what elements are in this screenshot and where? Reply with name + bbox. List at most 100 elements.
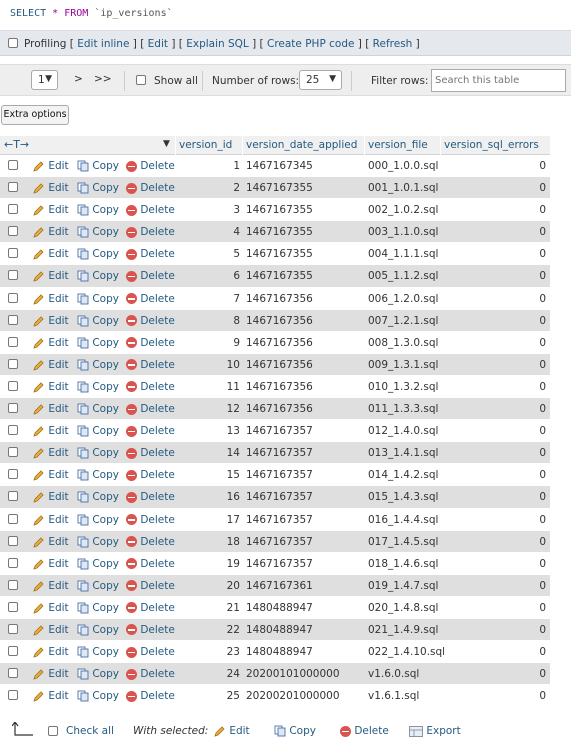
row-delete-button[interactable]: Delete: [126, 580, 175, 592]
column-header-version-id[interactable]: version_id: [179, 139, 232, 151]
cell-version-id[interactable]: 13: [190, 425, 240, 437]
cell-version-sql-errors[interactable]: 0: [496, 690, 546, 702]
column-arrange-icon[interactable]: ←T→: [4, 138, 29, 151]
row-copy-button[interactable]: Copy: [77, 337, 119, 349]
row-checkbox[interactable]: [8, 579, 18, 590]
cell-version-sql-errors[interactable]: 0: [496, 469, 546, 481]
row-checkbox[interactable]: [8, 182, 18, 193]
cell-version-date-applied[interactable]: 1467167355: [246, 270, 313, 282]
cell-version-id[interactable]: 25: [190, 690, 240, 702]
row-edit-button[interactable]: Edit: [33, 491, 69, 503]
row-delete-button[interactable]: Delete: [126, 337, 175, 349]
cell-version-id[interactable]: 4: [190, 226, 240, 238]
row-delete-button[interactable]: Delete: [126, 403, 175, 415]
cell-version-sql-errors[interactable]: 0: [496, 403, 546, 415]
cell-version-date-applied[interactable]: 1467167356: [246, 293, 313, 305]
bulk-export-button[interactable]: Export: [409, 725, 461, 737]
cell-version-date-applied[interactable]: 1467167357: [246, 425, 313, 437]
column-header-version-file[interactable]: version_file: [368, 139, 428, 151]
row-delete-button[interactable]: Delete: [126, 668, 175, 680]
row-copy-button[interactable]: Copy: [77, 646, 119, 658]
cell-version-id[interactable]: 8: [190, 315, 240, 327]
cell-version-id[interactable]: 12: [190, 403, 240, 415]
row-edit-button[interactable]: Edit: [33, 182, 69, 194]
row-checkbox[interactable]: [8, 557, 18, 568]
row-checkbox[interactable]: [8, 491, 18, 502]
cell-version-sql-errors[interactable]: 0: [496, 447, 546, 459]
cell-version-file[interactable]: 007_1.2.1.sql: [368, 315, 438, 327]
cell-version-id[interactable]: 3: [190, 204, 240, 216]
row-delete-button[interactable]: Delete: [126, 293, 175, 305]
row-delete-button[interactable]: Delete: [126, 558, 175, 570]
check-all-checkbox[interactable]: [48, 726, 58, 736]
row-edit-button[interactable]: Edit: [33, 602, 69, 614]
row-copy-button[interactable]: Copy: [77, 248, 119, 260]
cell-version-file[interactable]: 008_1.3.0.sql: [368, 337, 438, 349]
row-copy-button[interactable]: Copy: [77, 580, 119, 592]
cell-version-file[interactable]: 011_1.3.3.sql: [368, 403, 438, 415]
explain-sql-link[interactable]: Explain SQL: [186, 38, 249, 50]
cell-version-date-applied[interactable]: 1467167356: [246, 337, 313, 349]
row-copy-button[interactable]: Copy: [77, 315, 119, 327]
row-edit-button[interactable]: Edit: [33, 293, 69, 305]
row-checkbox[interactable]: [8, 646, 18, 657]
row-copy-button[interactable]: Copy: [77, 293, 119, 305]
row-edit-button[interactable]: Edit: [33, 226, 69, 238]
row-delete-button[interactable]: Delete: [126, 624, 175, 636]
row-delete-button[interactable]: Delete: [126, 447, 175, 459]
page-select[interactable]: 1 ▼: [31, 70, 58, 90]
cell-version-date-applied[interactable]: 1467167345: [246, 160, 313, 172]
cell-version-date-applied[interactable]: 1467167355: [246, 204, 313, 216]
cell-version-file[interactable]: 001_1.0.1.sql: [368, 182, 438, 194]
cell-version-sql-errors[interactable]: 0: [496, 359, 546, 371]
cell-version-id[interactable]: 2: [190, 182, 240, 194]
show-all-checkbox[interactable]: [136, 75, 146, 85]
search-input[interactable]: [431, 69, 566, 92]
sort-dropdown-icon[interactable]: ▼: [163, 139, 170, 149]
cell-version-file[interactable]: 020_1.4.8.sql: [368, 602, 438, 614]
row-delete-button[interactable]: Delete: [126, 381, 175, 393]
cell-version-sql-errors[interactable]: 0: [496, 160, 546, 172]
cell-version-file[interactable]: v1.6.0.sql: [368, 668, 419, 680]
row-delete-button[interactable]: Delete: [126, 359, 175, 371]
cell-version-file[interactable]: 021_1.4.9.sql: [368, 624, 438, 636]
row-edit-button[interactable]: Edit: [33, 359, 69, 371]
row-checkbox[interactable]: [8, 668, 18, 679]
profiling-checkbox[interactable]: [8, 38, 18, 48]
next-page-button[interactable]: >: [74, 73, 83, 85]
row-checkbox[interactable]: [8, 314, 18, 325]
cell-version-id[interactable]: 9: [190, 337, 240, 349]
row-delete-button[interactable]: Delete: [126, 226, 175, 238]
cell-version-date-applied[interactable]: 1467167355: [246, 182, 313, 194]
bulk-delete-button[interactable]: Delete: [340, 725, 389, 737]
cell-version-date-applied[interactable]: 1467167361: [246, 580, 313, 592]
row-delete-button[interactable]: Delete: [126, 425, 175, 437]
cell-version-file[interactable]: 004_1.1.1.sql: [368, 248, 438, 260]
row-checkbox[interactable]: [8, 226, 18, 237]
row-edit-button[interactable]: Edit: [33, 646, 69, 658]
cell-version-id[interactable]: 19: [190, 558, 240, 570]
row-edit-button[interactable]: Edit: [33, 204, 69, 216]
cell-version-date-applied[interactable]: 1467167356: [246, 359, 313, 371]
cell-version-sql-errors[interactable]: 0: [496, 270, 546, 282]
edit-link[interactable]: Edit: [148, 38, 168, 50]
cell-version-sql-errors[interactable]: 0: [496, 558, 546, 570]
cell-version-sql-errors[interactable]: 0: [496, 602, 546, 614]
row-copy-button[interactable]: Copy: [77, 536, 119, 548]
cell-version-date-applied[interactable]: 1467167357: [246, 514, 313, 526]
row-delete-button[interactable]: Delete: [126, 491, 175, 503]
cell-version-date-applied[interactable]: 1467167357: [246, 536, 313, 548]
cell-version-file[interactable]: 000_1.0.0.sql: [368, 160, 438, 172]
row-checkbox[interactable]: [8, 535, 18, 546]
row-checkbox[interactable]: [8, 160, 18, 170]
row-delete-button[interactable]: Delete: [126, 536, 175, 548]
cell-version-id[interactable]: 11: [190, 381, 240, 393]
row-delete-button[interactable]: Delete: [126, 469, 175, 481]
row-checkbox[interactable]: [8, 447, 18, 458]
cell-version-id[interactable]: 16: [190, 491, 240, 503]
row-delete-button[interactable]: Delete: [126, 646, 175, 658]
cell-version-sql-errors[interactable]: 0: [496, 381, 546, 393]
cell-version-date-applied[interactable]: 1467167355: [246, 248, 313, 260]
rows-select[interactable]: 25 ▼: [299, 70, 342, 90]
row-copy-button[interactable]: Copy: [77, 270, 119, 282]
